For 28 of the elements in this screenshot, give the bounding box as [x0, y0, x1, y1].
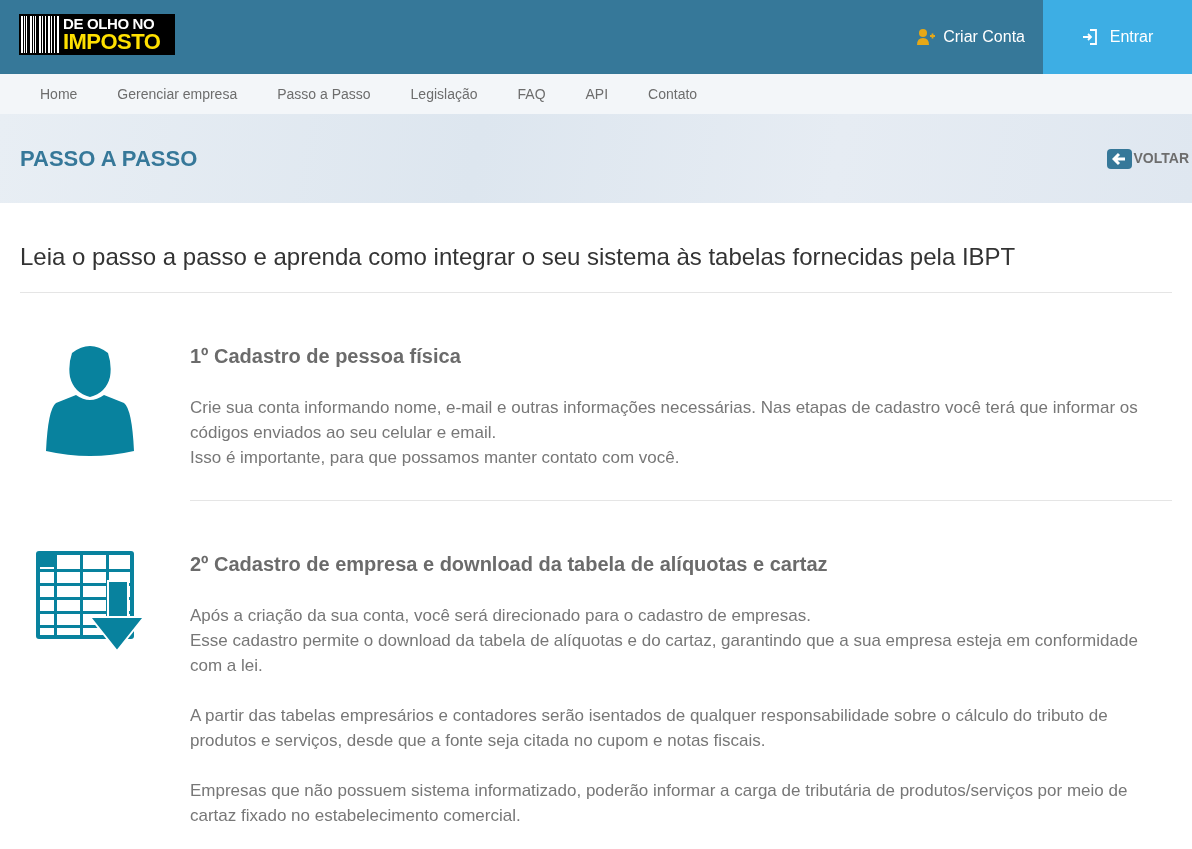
nav-link[interactable]: FAQ	[497, 83, 566, 105]
create-account-button[interactable]: Criar Conta	[899, 0, 1043, 74]
step-text: Esse cadastro permite o download da tabela de alíquotas e do cartaz, garantindo que a sua empresa esteja em conformidade com a lei.	[190, 630, 1139, 677]
nav-link[interactable]: Legislação	[390, 83, 498, 105]
step-title: 2º Cadastro de empresa e download da tabela de alíquotas e cartaz	[190, 552, 829, 577]
step-title: 1º Cadastro de pessoa física	[190, 344, 462, 369]
nav-link[interactable]: Home	[20, 83, 98, 105]
person-icon	[46, 343, 134, 457]
back-button[interactable]: VOLTAR	[1106, 148, 1189, 169]
add-user-icon	[917, 29, 936, 45]
logo-text: IMPOSTO	[63, 31, 161, 53]
nav-link[interactable]: API	[565, 83, 629, 105]
nav-link[interactable]: Contato	[628, 83, 718, 105]
intro-text: Leia o passo a passo e aprenda como integrar o seu sistema às tabelas fornecidas pela IBPT	[20, 203, 1172, 293]
logo-text: DE OLHO NO	[63, 16, 156, 31]
logo[interactable]: DE OLHO NO IMPOSTO	[19, 14, 175, 55]
login-button[interactable]: Entrar	[1043, 0, 1192, 74]
barcode-icon	[21, 16, 61, 53]
step-text: A partir das tabelas empresários e contadores serão isentados de qualquer responsabilidade sobre o cálculo do tributo de produtos e serviços, desde que a fonte seja citada no cupom e notas fiscais.	[190, 705, 1109, 752]
step-text: Após a criação da sua conta, você será direcionado para o cadastro de empresas.	[190, 605, 812, 627]
table-download-icon	[36, 551, 144, 653]
step-text: Crie sua conta informando nome, e-mail e outras informações necessárias. Nas etapas de cadastro você terá que informar os códigos enviados ao seu celular e email.	[190, 397, 1139, 444]
step-text: Empresas que não possuem sistema informatizado, poderão informar a carga de tributária de produtos/serviços por meio de cartaz fixado no estabelecimento comercial.	[190, 780, 1129, 827]
step-text: Isso é importante, para que possamos manter contato com você.	[190, 447, 681, 469]
nav-link[interactable]: Gerenciar empresa	[97, 83, 258, 105]
sign-in-icon	[1081, 29, 1098, 45]
nav-link[interactable]: Passo a Passo	[257, 83, 391, 105]
page-title: PASSO A PASSO	[20, 145, 198, 173]
